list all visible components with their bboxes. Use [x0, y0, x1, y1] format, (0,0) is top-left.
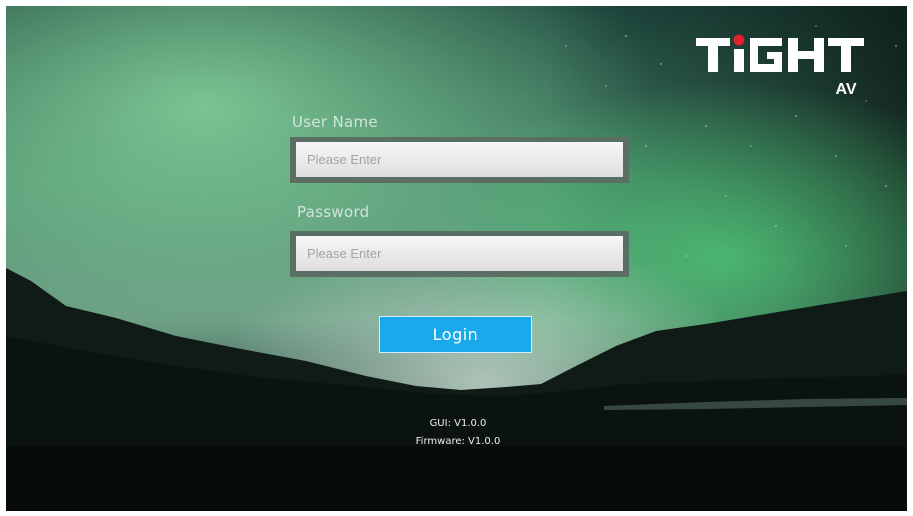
firmware-version-text: Firmware: V1.0.0 [415, 436, 501, 447]
gui-version-text: GUI: V1.0.0 [429, 418, 487, 429]
tight-av-logo: AV [696, 34, 864, 98]
password-label: Password [297, 203, 370, 221]
username-label: User Name [292, 113, 378, 131]
password-field-frame [290, 231, 629, 277]
username-field-frame [290, 137, 629, 183]
logo-av-text: AV [835, 81, 856, 98]
password-input[interactable] [296, 236, 623, 271]
login-button[interactable]: Login [379, 316, 532, 353]
username-input[interactable] [296, 142, 623, 177]
login-screen: AV User Name Password Login GUI: V1.0.0 … [6, 6, 907, 511]
